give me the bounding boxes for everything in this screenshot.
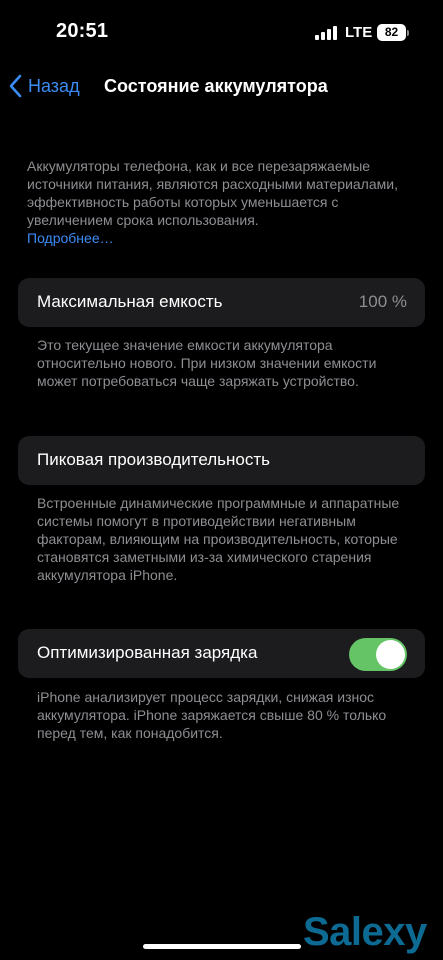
optimized-charging-cell: Оптимизированная зарядка <box>18 629 425 678</box>
page-title: Состояние аккумулятора <box>104 76 328 96</box>
chevron-left-icon <box>9 74 22 98</box>
optimized-charging-toggle[interactable] <box>349 638 407 671</box>
intro-section: Аккумуляторы телефона, как и все перезар… <box>27 157 412 247</box>
battery-tip <box>407 30 409 36</box>
optimized-charging-label: Оптимизированная зарядка <box>37 643 258 662</box>
max-capacity-label: Максимальная емкость <box>37 292 223 311</box>
back-label: Назад <box>28 75 80 96</box>
status-bar: 20:51 LTE 82 <box>0 0 443 64</box>
intro-text: Аккумуляторы телефона, как и все перезар… <box>27 158 398 228</box>
watermark-logo: Salexy <box>303 910 427 954</box>
max-capacity-cell: Максимальная емкость 100 % <box>18 278 425 327</box>
home-indicator[interactable] <box>143 944 301 949</box>
peak-performance-label: Пиковая производительность <box>37 450 271 469</box>
peak-performance-cell: Пиковая производительность <box>18 436 425 485</box>
battery-icon: 82 <box>377 24 406 41</box>
navigation-bar: Назад Состояние аккумулятора <box>0 64 443 108</box>
optimized-charging-footer: iPhone анализирует процесс зарядки, сниж… <box>37 689 387 741</box>
cellular-signal-icon <box>315 26 339 40</box>
network-type: LTE <box>345 24 373 41</box>
max-capacity-value: 100 % <box>358 292 407 311</box>
back-button[interactable]: Назад <box>8 72 80 100</box>
battery-level: 82 <box>384 25 399 39</box>
toggle-knob <box>376 640 405 669</box>
learn-more-link[interactable]: Подробнее… <box>27 229 412 247</box>
max-capacity-footer: Это текущее значение емкости аккумулятор… <box>37 337 377 389</box>
peak-performance-footer: Встроенные динамические программные и ап… <box>37 495 400 583</box>
status-time: 20:51 <box>56 20 109 42</box>
